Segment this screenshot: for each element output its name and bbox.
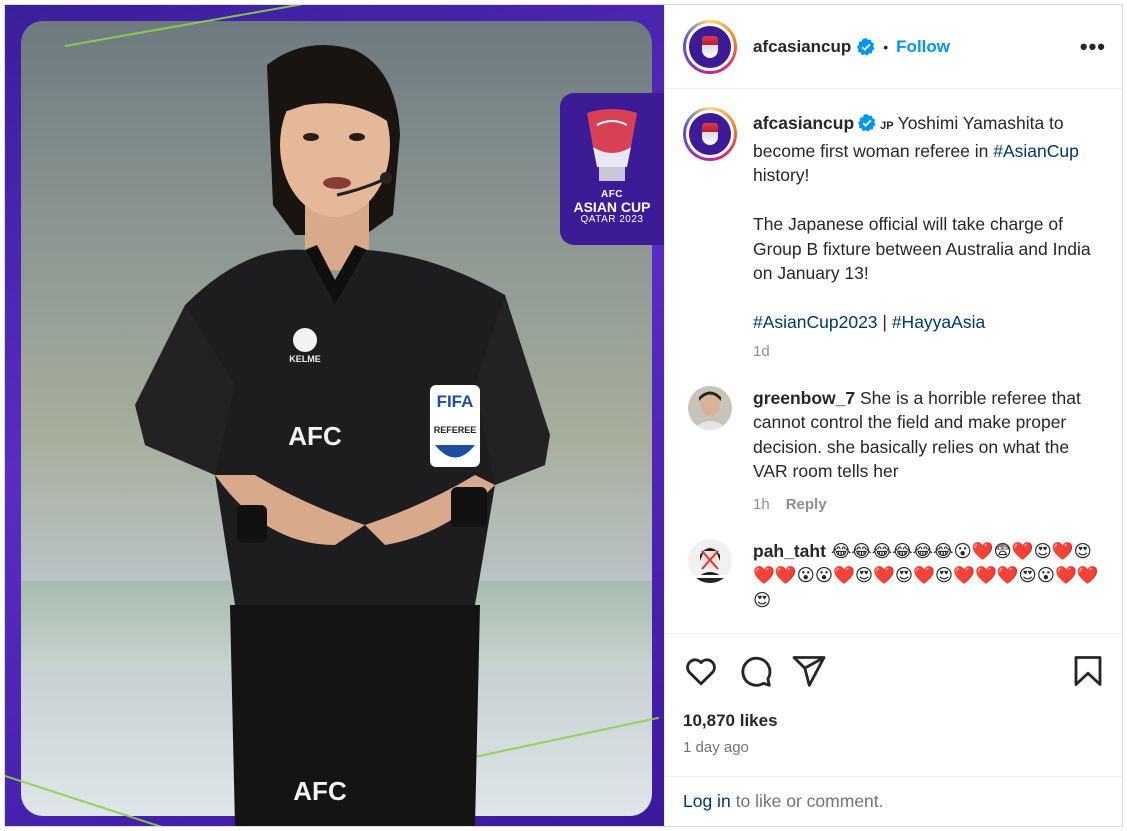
post-dialog: FIFA REFEREE AFC KELME AFC AFC ASIAN CUP (4, 4, 1123, 827)
separator-dot: • (883, 38, 889, 55)
caption-meta: 1d (753, 343, 1106, 360)
post-image[interactable]: FIFA REFEREE AFC KELME AFC AFC ASIAN CUP (5, 5, 664, 826)
svg-text:AFC: AFC (293, 776, 347, 806)
flag-jp: JP (880, 120, 894, 132)
svg-text:AFC: AFC (288, 421, 342, 451)
afc-asian-cup-logo: AFC ASIAN CUP QATAR 2023 (560, 93, 664, 245)
svg-text:FIFA: FIFA (437, 392, 474, 411)
comments-list[interactable]: afcasiancup JP Yoshimi Yamashita to becom… (665, 89, 1122, 633)
caption-text: The Japanese official will take charge o… (753, 214, 1091, 283)
avatar[interactable] (688, 385, 732, 430)
verified-icon (858, 114, 876, 132)
logo-line-2: ASIAN CUP (573, 199, 651, 215)
comment-meta: 1h Reply (753, 496, 1106, 513)
heart-icon[interactable] (683, 653, 719, 689)
comment-item: pah_taht 😂😂😂😂😂😂😮❤️😨❤️😍❤️😍❤️❤️😮😮❤️😍❤️😍❤️😍… (683, 538, 1106, 613)
avatar[interactable] (688, 538, 732, 583)
avatar[interactable] (683, 19, 737, 74)
comment-time[interactable]: 1h (753, 496, 770, 513)
comment-item: greenbow_7 She is a horrible referee tha… (683, 385, 1106, 513)
more-options-icon[interactable]: ••• (1080, 34, 1106, 60)
caption-text: history! (753, 165, 810, 185)
comment-username[interactable]: greenbow_7 (753, 388, 855, 408)
verified-icon (857, 37, 875, 56)
reply-button[interactable]: Reply (786, 496, 827, 513)
likes-count[interactable]: 10,870 likes (665, 711, 1122, 731)
svg-text:REFEREE: REFEREE (434, 425, 477, 435)
post-header: afcasiancup • Follow ••• (665, 5, 1122, 89)
trophy-icon (587, 109, 637, 181)
avatar[interactable] (683, 107, 737, 161)
comment-icon[interactable] (737, 653, 773, 689)
login-prompt: Log in to like or comment. (665, 776, 1122, 826)
hashtag-link[interactable]: #AsianCup (993, 141, 1079, 161)
share-icon[interactable] (791, 653, 827, 689)
hashtag-link[interactable]: #HayyaAsia (892, 312, 985, 332)
hashtag-link[interactable]: #AsianCup2023 (753, 312, 878, 332)
follow-button[interactable]: Follow (896, 37, 950, 57)
save-icon[interactable] (1070, 653, 1106, 689)
post-sidebar: afcasiancup • Follow ••• afcasiancup JP Y… (664, 5, 1122, 826)
logo-line-3: QATAR 2023 (580, 214, 644, 225)
svg-text:KELME: KELME (289, 354, 321, 364)
comment-username[interactable]: pah_taht (753, 541, 826, 561)
login-link[interactable]: Log in (683, 791, 731, 812)
login-prompt-text: to like or comment. (735, 791, 884, 811)
caption-time[interactable]: 1d (753, 343, 770, 360)
caption-username[interactable]: afcasiancup (753, 113, 854, 133)
caption: afcasiancup JP Yoshimi Yamashita to becom… (683, 107, 1106, 360)
post-date[interactable]: 1 day ago (665, 739, 1122, 756)
action-bar (665, 633, 1122, 707)
header-username[interactable]: afcasiancup (753, 37, 851, 57)
hashtag-separator: | (877, 312, 892, 332)
